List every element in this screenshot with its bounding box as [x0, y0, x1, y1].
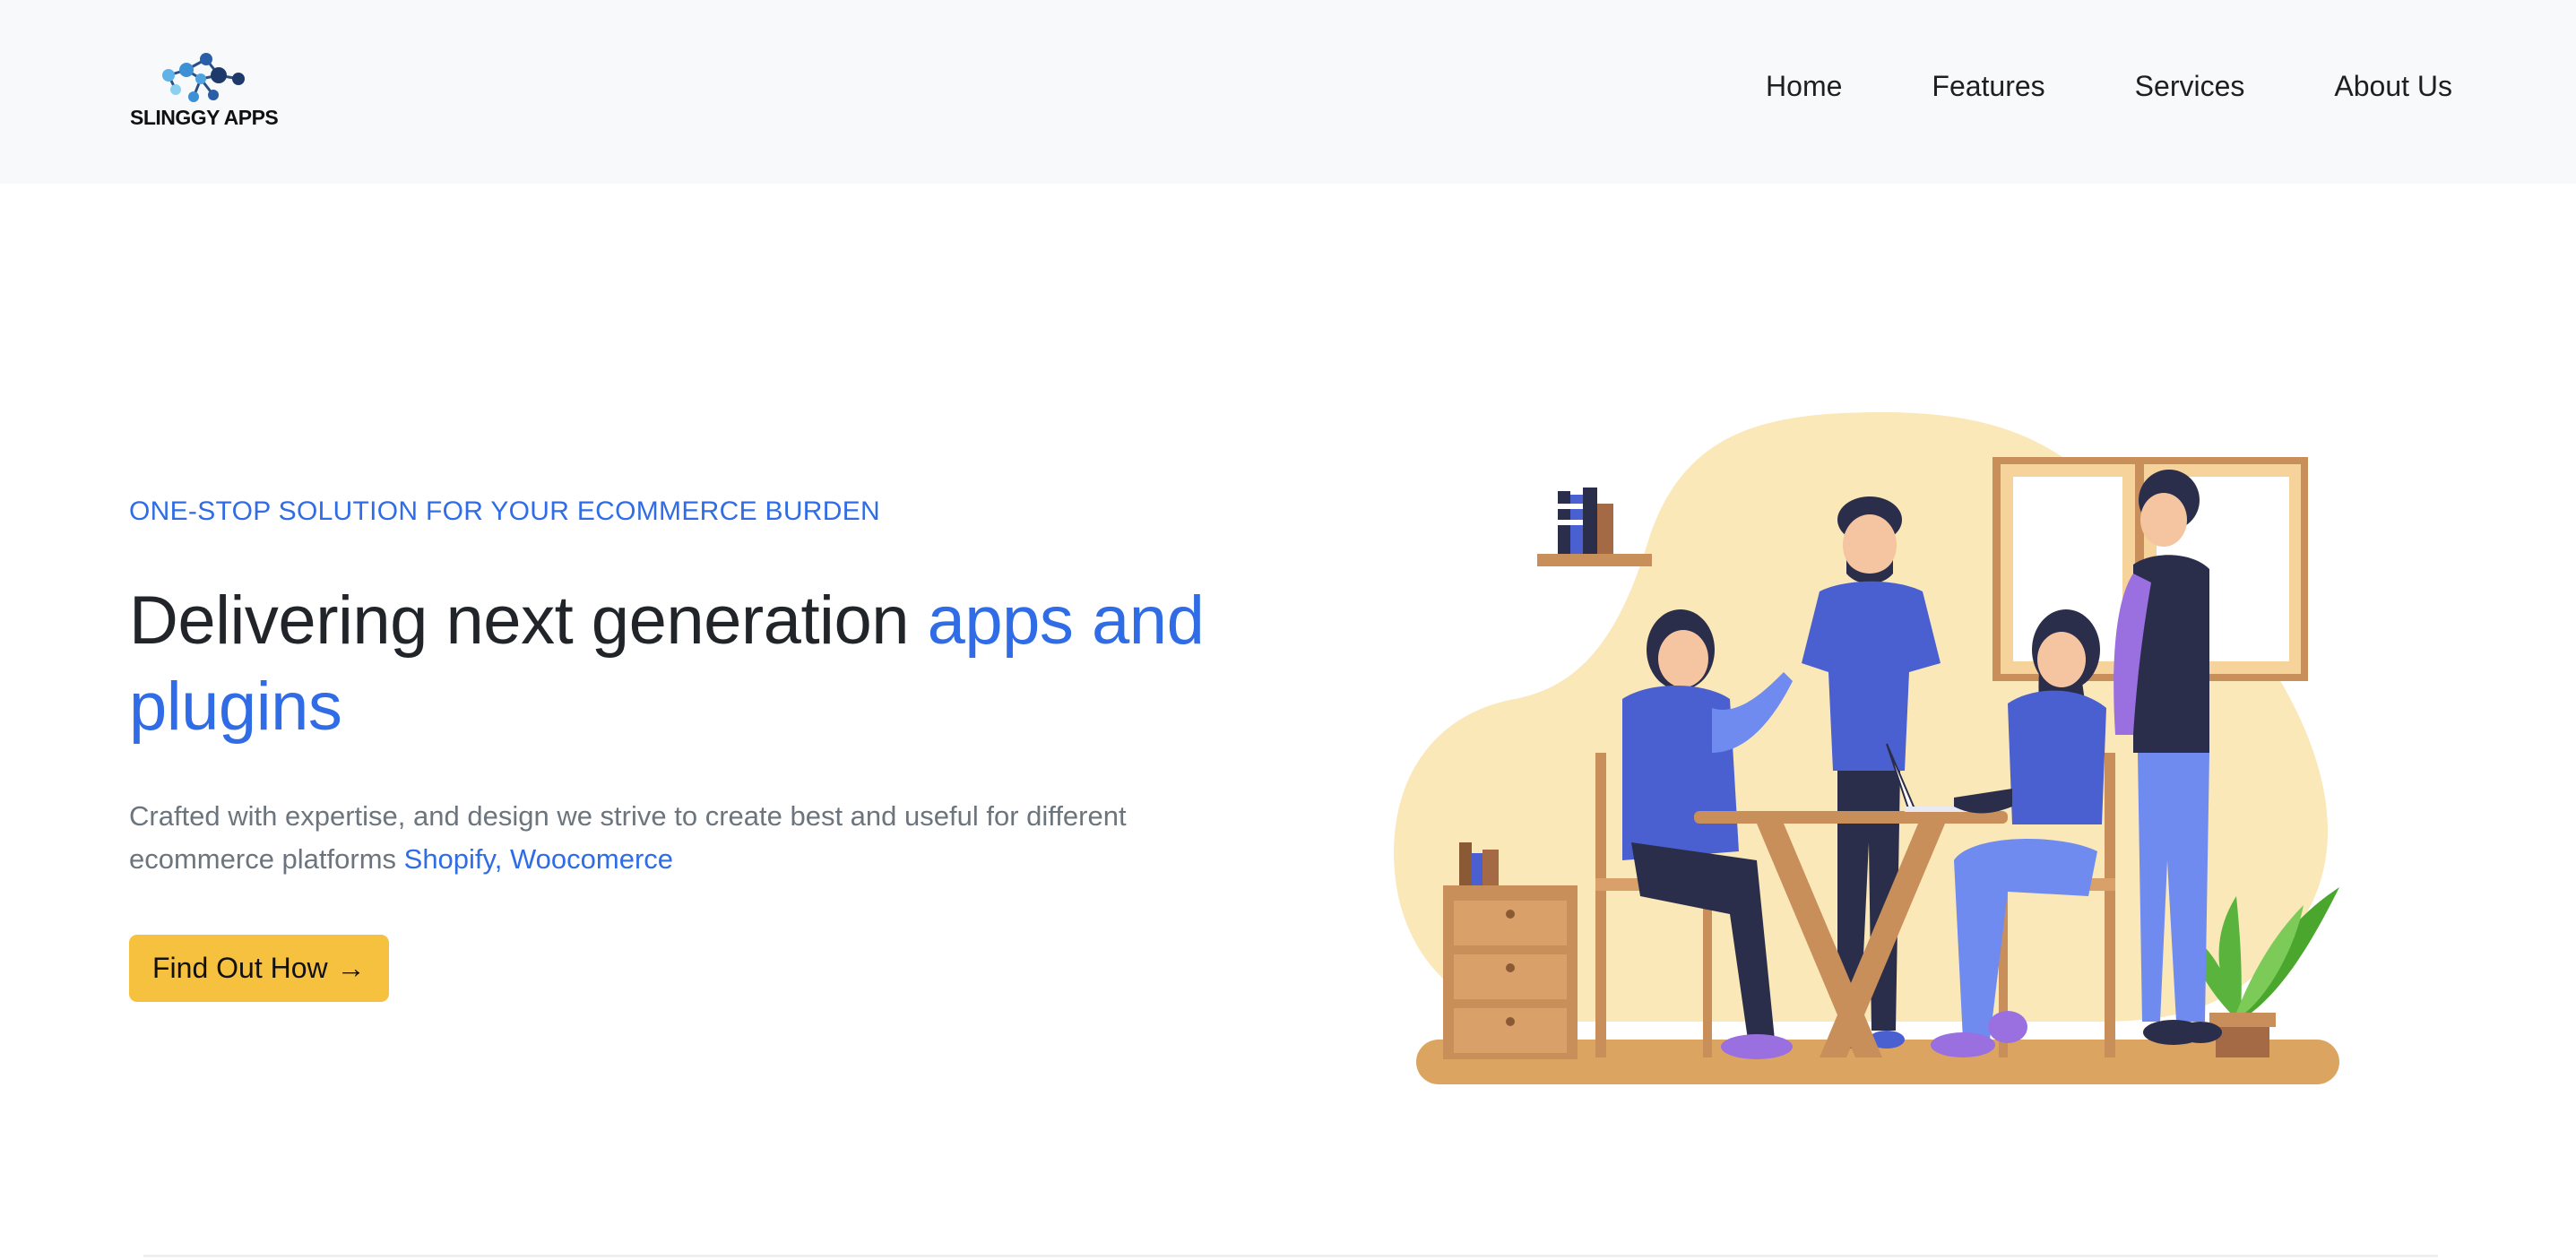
nav-item-features[interactable]: Features: [1932, 70, 2044, 103]
brand-name: SLINGGY APPS: [130, 106, 279, 129]
arrow-right-icon: →: [336, 952, 366, 984]
section-divider: [143, 1255, 2438, 1257]
team-meeting-illustration: [1394, 412, 2339, 1084]
nav-item-home[interactable]: Home: [1766, 70, 1842, 103]
main-nav: Home Features Services About Us: [1676, 70, 2452, 103]
hero-eyebrow: ONE-STOP SOLUTION FOR YOUR ECOMMERCE BUR…: [129, 496, 881, 526]
find-out-how-button[interactable]: Find Out How →: [129, 935, 389, 1002]
cta-label: Find Out How: [152, 952, 328, 984]
platform-links[interactable]: Shopify, Woocomerce: [404, 843, 673, 875]
headline-plain: Delivering next generation: [129, 583, 928, 659]
hero-section: ONE-STOP SOLUTION FOR YOUR ECOMMERCE BUR…: [129, 488, 1294, 1002]
nav-item-services[interactable]: Services: [2135, 70, 2245, 103]
hero-lead: Crafted with expertise, and design we st…: [129, 795, 1258, 881]
navbar: SLINGGY APPS Home Features Services Abou…: [0, 0, 2576, 184]
wall-shelf: [1537, 488, 1652, 566]
nav-item-about-us[interactable]: About Us: [2334, 70, 2452, 103]
hero-headline: Delivering next generation apps and plug…: [129, 578, 1294, 750]
